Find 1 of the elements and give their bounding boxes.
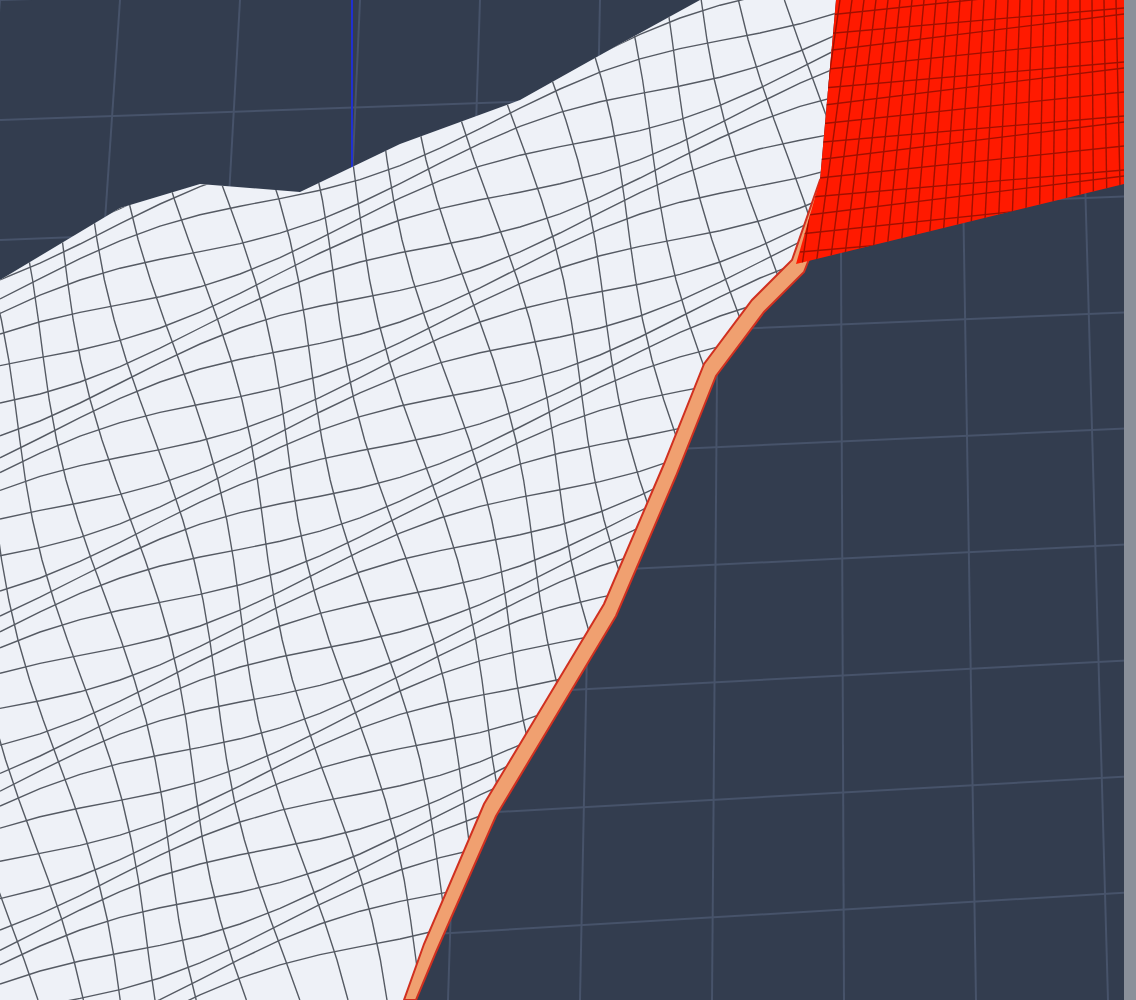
scrollbar[interactable] <box>1124 0 1136 1000</box>
